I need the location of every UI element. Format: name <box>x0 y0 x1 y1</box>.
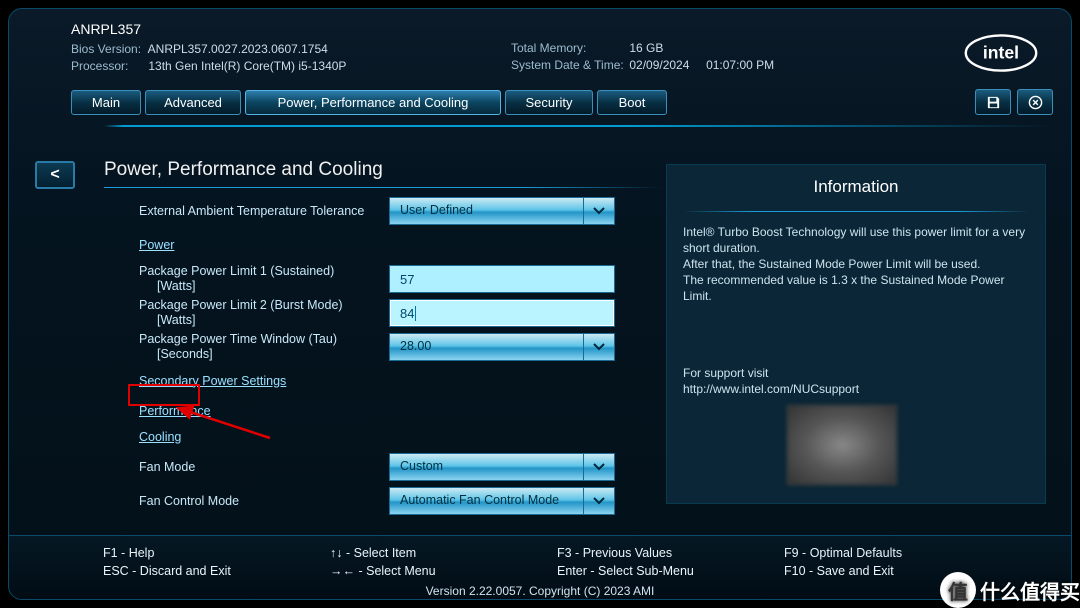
page-title: Power, Performance and Cooling <box>104 159 666 181</box>
chevron-down-icon <box>584 198 614 224</box>
ppl2-input[interactable]: 84 <box>389 299 615 327</box>
ppl1-input[interactable]: 57 <box>389 265 615 293</box>
chevron-down-icon <box>584 488 614 514</box>
info-text-3: The recommended value is 1.3 x the Susta… <box>683 273 1005 303</box>
exit-button[interactable] <box>1017 89 1053 115</box>
chevron-down-icon <box>584 454 614 480</box>
watermark: 值什么值得买 <box>940 572 1080 608</box>
info-text-1: Intel® Turbo Boost Technology will use t… <box>683 225 1025 255</box>
support-text-1: For support visit <box>683 366 768 380</box>
bios-version-label: Bios Version: <box>71 41 145 58</box>
time-value: 01:07:00 PM <box>706 58 774 72</box>
product-name: ANRPL357 <box>71 21 511 37</box>
fan-control-value: Automatic Fan Control Mode <box>390 488 584 514</box>
total-memory-label: Total Memory: <box>511 40 626 57</box>
svg-text:intel: intel <box>983 43 1019 63</box>
secondary-power-link[interactable]: Secondary Power Settings <box>139 374 389 389</box>
bios-version-value: ANRPL357.0027.2023.0607.1754 <box>148 42 328 56</box>
fan-mode-dropdown[interactable]: Custom <box>389 453 615 481</box>
save-icon <box>986 95 1001 110</box>
ppl1-label: Package Power Limit 1 (Sustained)[Watts] <box>139 264 389 294</box>
intel-logo: intel <box>961 29 1041 79</box>
tab-boot[interactable]: Boot <box>597 90 667 115</box>
performance-link[interactable]: Performance <box>139 404 389 419</box>
help-updown: ↑↓ - Select Item <box>330 544 557 562</box>
ext-temp-label: External Ambient Temperature Tolerance <box>139 204 389 219</box>
fan-mode-label: Fan Mode <box>139 460 389 475</box>
save-button[interactable] <box>975 89 1011 115</box>
info-text-2: After that, the Sustained Mode Power Lim… <box>683 257 981 271</box>
fan-mode-value: Custom <box>390 454 584 480</box>
tab-main[interactable]: Main <box>71 90 141 115</box>
close-icon <box>1028 95 1043 110</box>
datetime-label: System Date & Time: <box>511 57 626 74</box>
help-f1: F1 - Help <box>103 544 330 562</box>
tau-label: Package Power Time Window (Tau)[Seconds] <box>139 332 389 362</box>
support-url: http://www.intel.com/NUCsupport <box>683 382 859 396</box>
title-divider <box>104 187 664 188</box>
help-f9: F9 - Optimal Defaults <box>784 544 1011 562</box>
tau-dropdown[interactable]: 28.00 <box>389 333 615 361</box>
tab-power-performance-cooling[interactable]: Power, Performance and Cooling <box>245 90 501 115</box>
date-value: 02/09/2024 <box>629 58 689 72</box>
tau-value: 28.00 <box>390 334 584 360</box>
ext-temp-value: User Defined <box>390 198 584 224</box>
ext-temp-dropdown[interactable]: User Defined <box>389 197 615 225</box>
tab-divider <box>104 125 1053 127</box>
info-panel: Information Intel® Turbo Boost Technolog… <box>666 164 1046 504</box>
power-link[interactable]: Power <box>139 238 389 253</box>
ppl2-label: Package Power Limit 2 (Burst Mode)[Watts… <box>139 298 389 328</box>
help-esc: ESC - Discard and Exit <box>103 562 330 580</box>
tab-security[interactable]: Security <box>505 90 593 115</box>
chevron-down-icon <box>584 334 614 360</box>
fan-control-dropdown[interactable]: Automatic Fan Control Mode <box>389 487 615 515</box>
total-memory-value: 16 GB <box>629 41 663 55</box>
processor-value: 13th Gen Intel(R) Core(TM) i5-1340P <box>148 59 346 73</box>
help-f3: F3 - Previous Values <box>557 544 784 562</box>
cooling-link[interactable]: Cooling <box>139 430 389 445</box>
version-text: Version 2.22.0057. Copyright (C) 2023 AM… <box>9 580 1071 598</box>
info-title: Information <box>683 177 1029 197</box>
help-enter: Enter - Select Sub-Menu <box>557 562 784 580</box>
info-thumbnail <box>787 405 897 485</box>
back-button[interactable]: < <box>35 161 75 189</box>
processor-label: Processor: <box>71 58 145 75</box>
fan-control-label: Fan Control Mode <box>139 494 389 509</box>
tab-advanced[interactable]: Advanced <box>145 90 241 115</box>
help-leftright: →← - Select Menu <box>330 562 557 580</box>
